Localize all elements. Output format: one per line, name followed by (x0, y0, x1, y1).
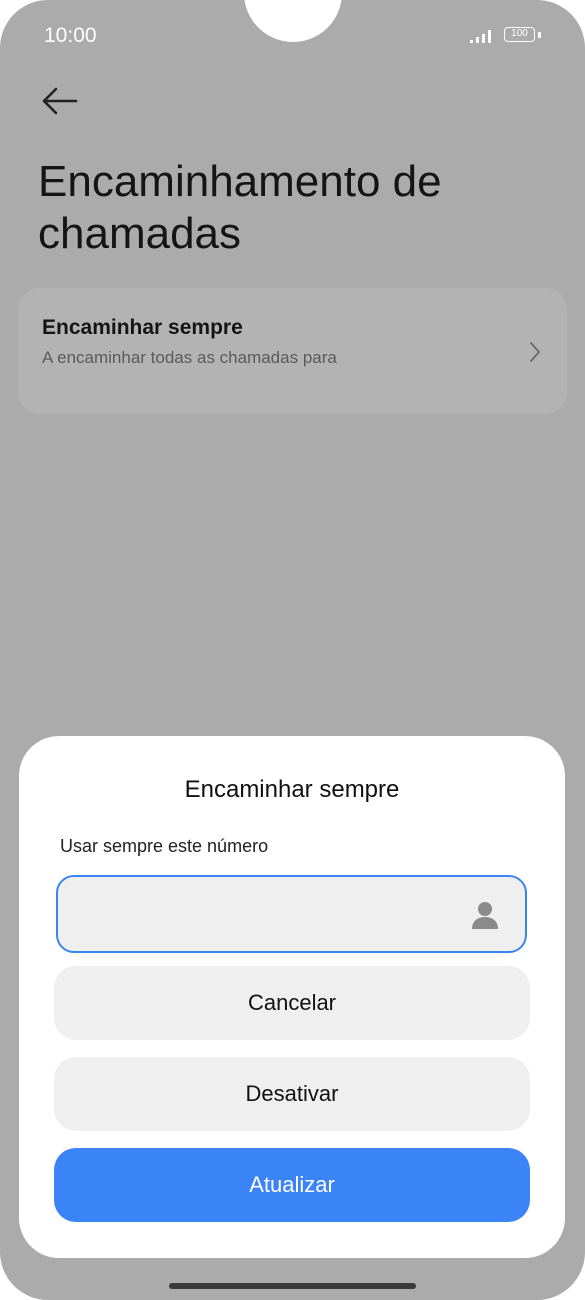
battery-icon: 100 (504, 27, 535, 42)
battery-level: 100 (511, 28, 528, 39)
forward-dialog: Encaminhar sempre Usar sempre este númer… (19, 736, 565, 1258)
phone-frame: 10:00 100 Encaminhamento de chamadas Enc… (0, 0, 585, 1300)
status-time: 10:00 (44, 24, 97, 47)
option-title: Encaminhar sempre (42, 316, 243, 339)
dialog-label: Usar sempre este número (60, 836, 269, 856)
signal-icon (470, 30, 491, 43)
option-subtitle: A encaminhar todas as chamadas para (42, 348, 337, 367)
home-indicator[interactable] (169, 1283, 416, 1289)
cancel-button[interactable]: Cancelar (54, 966, 530, 1040)
update-button[interactable]: Atualizar (54, 1148, 530, 1222)
forward-always-option[interactable]: Encaminhar sempre A encaminhar todas as … (18, 288, 567, 414)
arrow-left-icon[interactable] (40, 84, 78, 118)
page-title: Encaminhamento de chamadas (38, 157, 442, 258)
camera-notch (244, 0, 342, 42)
chevron-right-icon (530, 342, 540, 362)
screen: 10:00 100 Encaminhamento de chamadas Enc… (0, 0, 585, 1300)
battery-nub (538, 32, 541, 38)
phone-number-field[interactable] (56, 875, 527, 953)
phone-number-input[interactable] (76, 877, 460, 952)
dialog-title: Encaminhar sempre (184, 776, 400, 803)
person-icon[interactable] (469, 899, 501, 931)
disable-button[interactable]: Desativar (54, 1057, 530, 1131)
